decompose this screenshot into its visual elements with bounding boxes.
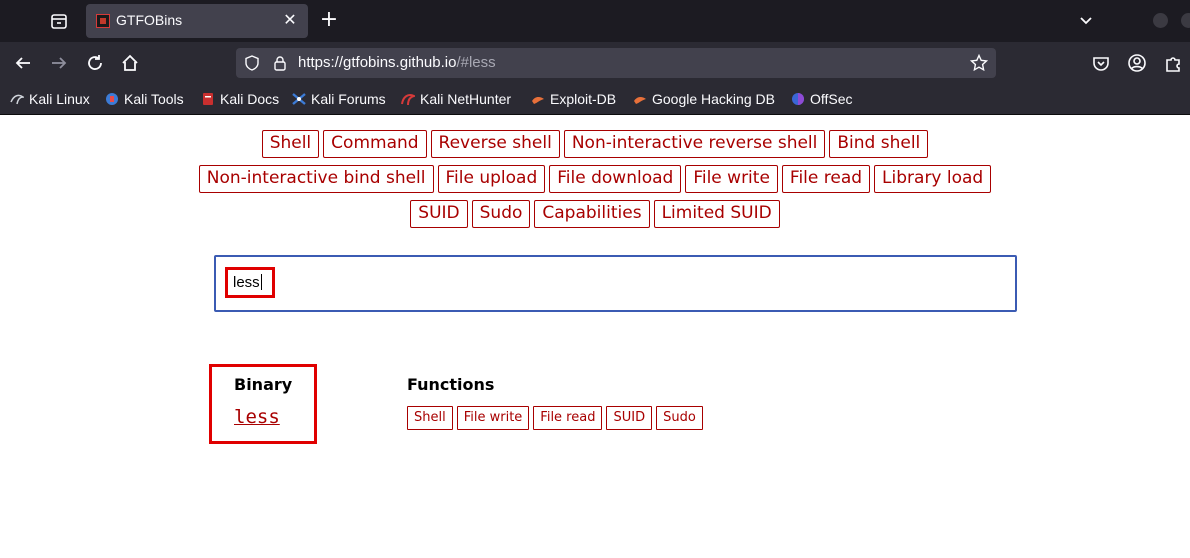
kali-dragon-icon — [10, 92, 26, 106]
home-icon[interactable] — [119, 52, 141, 74]
function-filter-row: Shell Command Reverse shell Non-interact… — [0, 130, 1190, 158]
search-input[interactable]: less — [214, 255, 1017, 312]
filter-non-interactive-reverse-shell[interactable]: Non-interactive reverse shell — [563, 130, 826, 158]
search-value-text: less — [233, 274, 260, 291]
close-tab-icon[interactable]: ✕ — [280, 10, 300, 30]
bookmark-kali-linux[interactable]: Kali Linux — [10, 90, 90, 108]
binary-link[interactable]: less — [234, 406, 280, 428]
binary-column-header: Binary — [234, 375, 293, 394]
bookmark-label: Kali Tools — [124, 91, 184, 107]
bookmarks-toolbar: Kali Linux Kali Tools Kali Docs Kali For… — [0, 84, 1190, 115]
bookmark-label: Exploit-DB — [550, 91, 617, 107]
function-tag-shell[interactable]: Shell — [407, 406, 453, 430]
bookmark-star-icon[interactable] — [969, 53, 989, 72]
kali-forums-icon — [292, 92, 306, 106]
function-tag-sudo[interactable]: Sudo — [656, 406, 703, 430]
bookmark-kali-tools[interactable]: Kali Tools — [105, 90, 184, 108]
url-text[interactable]: https://gtfobins.github.io/#less — [298, 54, 496, 71]
nethunter-icon — [401, 92, 417, 106]
chevron-down-icon[interactable] — [1076, 10, 1096, 30]
filter-bind-shell[interactable]: Bind shell — [829, 130, 929, 158]
function-tag-file-read[interactable]: File read — [533, 406, 603, 430]
forward-arrow-icon[interactable] — [48, 52, 70, 74]
function-tags: Shell File write File read SUID Sudo — [407, 406, 703, 430]
extensions-icon[interactable] — [1162, 52, 1184, 74]
filter-non-interactive-bind-shell[interactable]: Non-interactive bind shell — [198, 165, 434, 193]
functions-column-header: Functions — [407, 375, 495, 394]
filter-sudo[interactable]: Sudo — [471, 200, 531, 228]
filter-library-load[interactable]: Library load — [874, 165, 992, 193]
pocket-icon[interactable] — [1090, 52, 1112, 74]
tab-list-icon[interactable] — [48, 10, 70, 32]
minimize-icon[interactable] — [1153, 13, 1168, 28]
maximize-icon[interactable] — [1181, 13, 1190, 28]
search-value: less — [233, 274, 262, 291]
filter-shell[interactable]: Shell — [261, 130, 320, 158]
filter-suid[interactable]: SUID — [410, 200, 468, 228]
bookmark-label: Kali Docs — [220, 91, 280, 107]
reload-icon[interactable] — [84, 52, 106, 74]
filter-capabilities[interactable]: Capabilities — [534, 200, 650, 228]
function-filter-row: Non-interactive bind shell File upload F… — [0, 165, 1190, 193]
bookmark-label: Kali NetHunter — [420, 91, 512, 107]
filter-command[interactable]: Command — [323, 130, 427, 158]
kali-docs-icon — [201, 92, 215, 106]
bookmark-google-hacking-db[interactable]: Google Hacking DB — [633, 90, 775, 108]
bookmark-label: OffSec — [810, 91, 853, 107]
tab-bar: GTFOBins ✕ + — [0, 0, 1190, 42]
address-bar[interactable]: https://gtfobins.github.io/#less — [236, 48, 996, 78]
bookmark-kali-nethunter[interactable]: Kali NetHunter — [401, 90, 511, 108]
bookmark-kali-forums[interactable]: Kali Forums — [292, 90, 386, 108]
filter-limited-suid[interactable]: Limited SUID — [653, 200, 780, 228]
filter-file-upload[interactable]: File upload — [437, 165, 546, 193]
bookmark-label: Kali Forums — [311, 91, 386, 107]
function-tag-file-write[interactable]: File write — [456, 406, 530, 430]
kali-tools-icon — [105, 92, 119, 106]
text-caret — [260, 274, 262, 290]
offsec-icon — [791, 92, 805, 106]
lock-icon[interactable] — [272, 55, 288, 71]
function-tag-suid[interactable]: SUID — [606, 406, 653, 430]
tab-title: GTFOBins — [116, 12, 183, 28]
filter-reverse-shell[interactable]: Reverse shell — [430, 130, 560, 158]
new-tab-icon[interactable]: + — [318, 9, 340, 32]
bookmark-kali-docs[interactable]: Kali Docs — [201, 90, 279, 108]
function-filter-row: SUID Sudo Capabilities Limited SUID — [0, 200, 1190, 228]
exploit-db-icon — [531, 92, 545, 106]
url-host: https://gtfobins.github.io — [298, 54, 457, 71]
bookmark-label: Kali Linux — [29, 91, 90, 107]
browser-tab[interactable]: GTFOBins ✕ — [86, 4, 308, 38]
account-icon[interactable] — [1126, 52, 1148, 74]
bookmark-offsec[interactable]: OffSec — [791, 90, 853, 108]
shield-icon[interactable] — [244, 55, 260, 71]
filter-file-read[interactable]: File read — [781, 165, 871, 193]
gtfobins-favicon-icon — [96, 14, 110, 28]
ghdb-icon — [633, 92, 647, 106]
url-path: /#less — [456, 54, 496, 71]
filter-file-write[interactable]: File write — [685, 165, 778, 193]
bookmark-label: Google Hacking DB — [652, 91, 775, 107]
back-arrow-icon[interactable] — [12, 52, 34, 74]
filter-file-download[interactable]: File download — [549, 165, 682, 193]
bookmark-exploit-db[interactable]: Exploit-DB — [531, 90, 616, 108]
